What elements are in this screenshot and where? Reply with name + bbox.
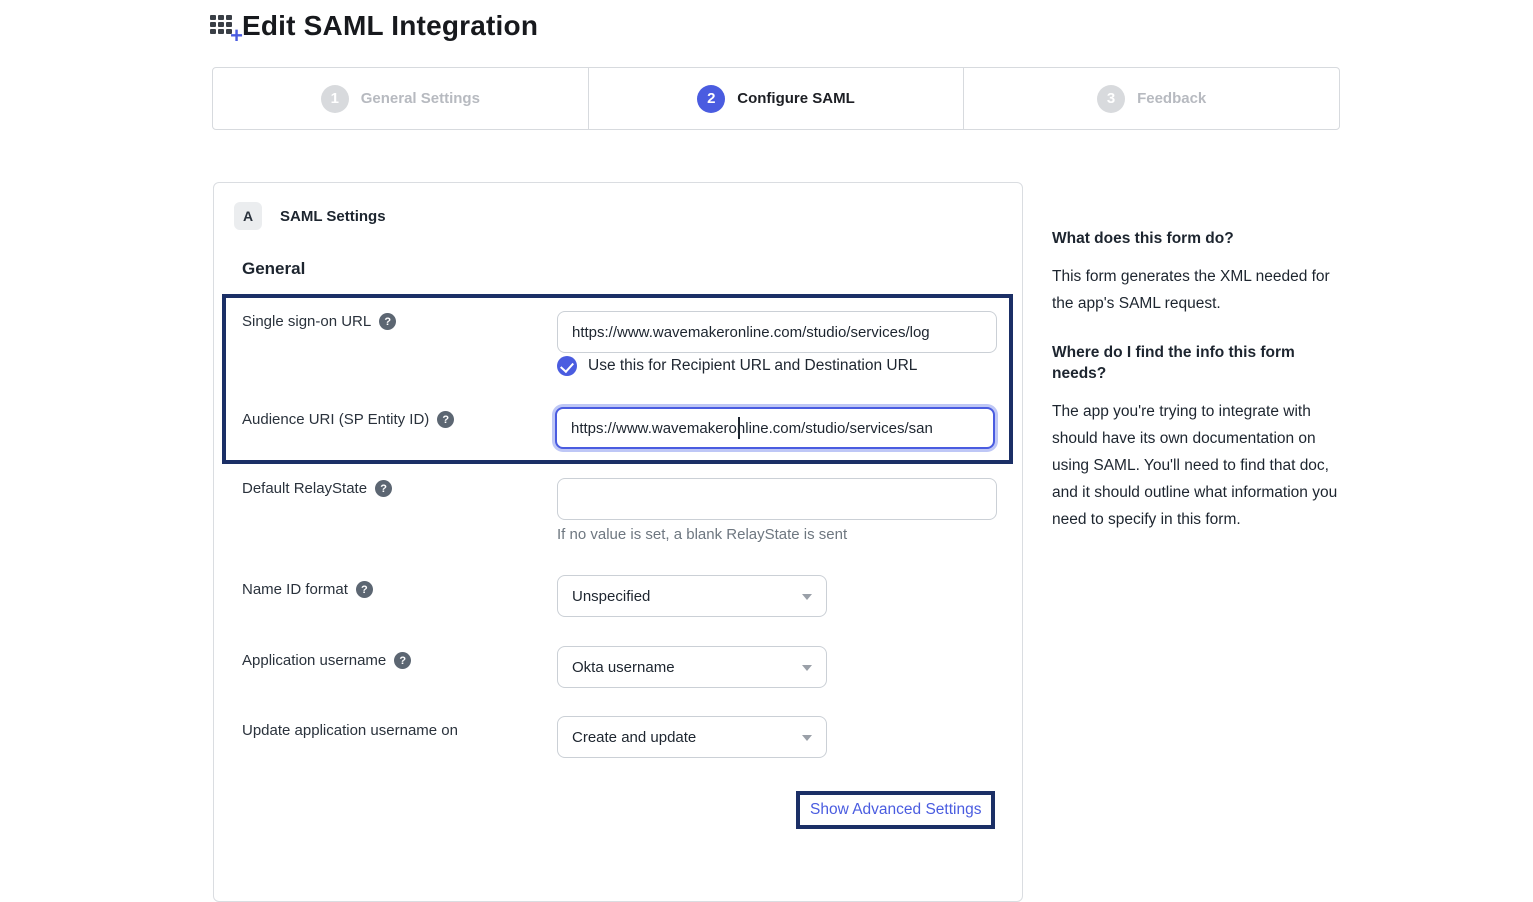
name-id-format-label: Name ID format ? xyxy=(242,581,373,598)
update-username-select[interactable]: Create and update xyxy=(557,716,827,758)
step-number-badge: 1 xyxy=(321,85,349,113)
sidebar-answer-1: This form generates the XML needed for t… xyxy=(1052,263,1342,317)
audience-uri-input[interactable] xyxy=(555,407,995,449)
show-advanced-settings-link[interactable]: Show Advanced Settings xyxy=(810,801,981,818)
audience-uri-input-wrap xyxy=(555,407,999,451)
checkbox-label: Use this for Recipient URL and Destinati… xyxy=(588,357,917,375)
step-number-badge: 2 xyxy=(697,85,725,113)
help-icon[interactable]: ? xyxy=(379,313,396,330)
sidebar-question-1: What does this form do? xyxy=(1052,228,1342,249)
checked-checkbox-icon[interactable] xyxy=(557,356,577,376)
step-label: Feedback xyxy=(1137,90,1206,107)
step-number-badge: 3 xyxy=(1097,85,1125,113)
chevron-down-icon xyxy=(802,665,812,671)
help-sidebar: What does this form do? This form genera… xyxy=(1052,228,1342,558)
relaystate-hint: If no value is set, a blank RelayState i… xyxy=(557,526,847,543)
help-icon[interactable]: ? xyxy=(437,411,454,428)
recipient-url-checkbox-row: Use this for Recipient URL and Destinati… xyxy=(557,356,917,376)
sso-url-input[interactable] xyxy=(557,311,997,353)
section-title: SAML Settings xyxy=(280,208,386,225)
sso-url-label: Single sign-on URL ? xyxy=(242,313,396,330)
name-id-format-select[interactable]: Unspecified xyxy=(557,575,827,617)
page-title: Edit SAML Integration xyxy=(242,10,538,42)
chevron-down-icon xyxy=(802,594,812,600)
step-label: Configure SAML xyxy=(737,90,855,107)
highlight-box-advanced-settings: Show Advanced Settings xyxy=(796,791,995,829)
step-feedback[interactable]: 3 Feedback xyxy=(964,68,1339,129)
section-a-badge: A xyxy=(234,202,262,230)
help-icon[interactable]: ? xyxy=(375,480,392,497)
text-caret xyxy=(738,417,740,439)
relaystate-input[interactable] xyxy=(557,478,997,520)
saml-settings-card: A SAML Settings General Single sign-on U… xyxy=(213,182,1023,902)
audience-uri-label: Audience URI (SP Entity ID) ? xyxy=(242,411,454,428)
app-username-select[interactable]: Okta username xyxy=(557,646,827,688)
help-icon[interactable]: ? xyxy=(394,652,411,669)
app-username-label: Application username ? xyxy=(242,652,411,669)
step-label: General Settings xyxy=(361,90,480,107)
chevron-down-icon xyxy=(802,735,812,741)
wizard-steps: 1 General Settings 2 Configure SAML 3 Fe… xyxy=(212,67,1340,130)
help-icon[interactable]: ? xyxy=(356,581,373,598)
general-heading: General xyxy=(242,259,305,279)
sidebar-answer-2: The app you're trying to integrate with … xyxy=(1052,398,1342,533)
app-grid-plus-icon: + xyxy=(210,11,240,41)
step-configure-saml[interactable]: 2 Configure SAML xyxy=(589,68,965,129)
sidebar-question-2: Where do I find the info this form needs… xyxy=(1052,342,1342,384)
page-header: + Edit SAML Integration xyxy=(210,10,538,42)
update-username-label: Update application username on xyxy=(242,722,458,739)
step-general-settings[interactable]: 1 General Settings xyxy=(213,68,589,129)
relaystate-label: Default RelayState ? xyxy=(242,480,392,497)
